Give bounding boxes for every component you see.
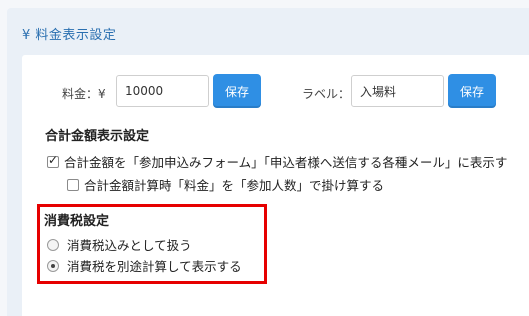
- multiply-label: 合計金額計算時「料金」を「参加人数」で掛け算する: [84, 178, 385, 193]
- show-total-option[interactable]: 合計金額を「参加申込みフォーム」「申込者様へ送信する各種メール」に表示す: [47, 152, 507, 171]
- highlight-box: [37, 204, 267, 284]
- price-input[interactable]: [116, 75, 209, 107]
- section-title: ¥ 料金表示設定: [22, 28, 117, 43]
- label-input[interactable]: [351, 75, 444, 107]
- show-total-checkbox[interactable]: [47, 153, 59, 168]
- multiply-checkbox[interactable]: [67, 178, 79, 191]
- show-total-label: 合計金額を「参加申込みフォーム」「申込者様へ送信する各種メール」に表示す: [64, 155, 508, 170]
- label-save-button[interactable]: 保存: [448, 74, 496, 108]
- price-save-button[interactable]: 保存: [213, 74, 261, 108]
- ratebel-label: ラベル：: [302, 87, 351, 101]
- price-label: 料金：¥: [62, 87, 106, 101]
- multiply-option[interactable]: 合計金額計算時「料金」を「参加人数」で掛け算する: [67, 175, 384, 194]
- total-settings-heading: 合計金額表示設定: [45, 129, 150, 144]
